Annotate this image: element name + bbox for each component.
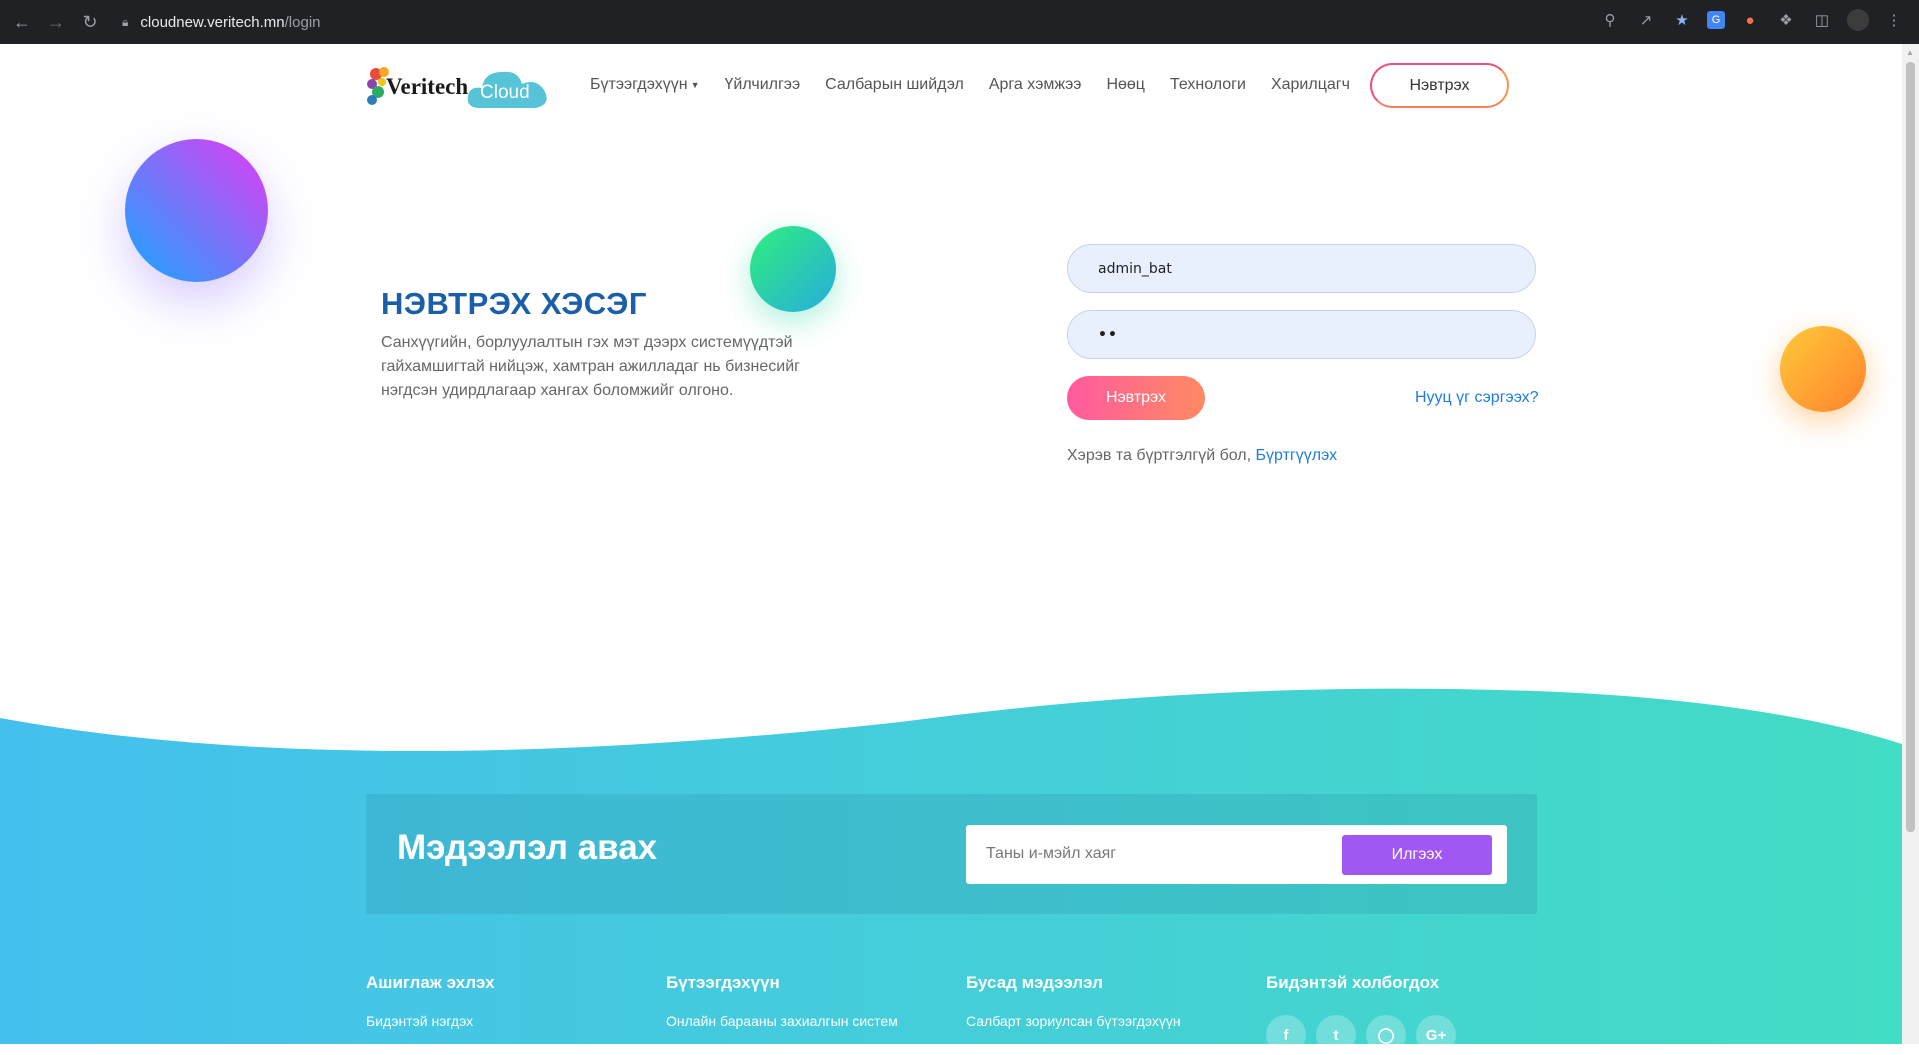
decorative-green-circle — [750, 226, 836, 312]
scroll-up-icon[interactable]: ▲ — [1906, 48, 1914, 57]
twitter-icon[interactable]: t — [1316, 1015, 1356, 1055]
footer-heading: Ашиглаж эхлэх — [366, 973, 495, 992]
footer-heading: Бусад мэдээлэл — [966, 973, 1103, 992]
nav-item-solutions[interactable]: Салбарын шийдэл — [825, 76, 964, 94]
social-links: f t ◯ G+ — [1266, 1015, 1456, 1055]
header-login-button[interactable]: Нэвтрэх — [1370, 63, 1509, 108]
footer-link[interactable]: Салбарт зориулсан бүтээгдэхүүн — [966, 1013, 1181, 1029]
nav-item-customers[interactable]: Харилцагч — [1271, 76, 1350, 94]
menu-icon[interactable]: ⋮ — [1883, 9, 1905, 31]
nav-item-technology[interactable]: Технологи — [1170, 76, 1246, 94]
address-bar[interactable]: 🔒︎ cloudnew.veritech.mn/login — [110, 6, 1610, 38]
profile-avatar[interactable] — [1847, 9, 1869, 31]
nav-item-products[interactable]: Бүтээгдэхүүн ▼ — [590, 76, 700, 94]
facebook-icon[interactable]: f — [1266, 1015, 1306, 1055]
newsletter-section: Мэдээлэл авах Таны и-мэйл хаяг Илгээх — [366, 794, 1537, 914]
register-link[interactable]: Бүртгүүлэх — [1256, 447, 1338, 464]
nav-item-services[interactable]: Үйлчилгээ — [725, 76, 801, 94]
key-icon[interactable]: ⚲ — [1599, 9, 1621, 31]
password-field[interactable]: •• — [1067, 310, 1536, 359]
page-scrollbar[interactable]: ▲ — [1902, 44, 1919, 1044]
footer-column-info: Бусад мэдээлэл Салбарт зориулсан бүтээгд… — [966, 973, 1181, 1029]
logo-cloud-text: Cloud — [480, 82, 530, 103]
register-prefix: Хэрэв та бүртгэлгүй бол, — [1067, 447, 1252, 464]
footer-column-start: Ашиглаж эхлэх Бидэнтэй нэгдэх — [366, 973, 495, 1029]
nav-item-resources[interactable]: Нөөц — [1106, 76, 1145, 94]
browser-toolbar: ← → ↻ 🔒︎ cloudnew.veritech.mn/login ⚲ ↗ … — [0, 0, 1919, 44]
lock-icon[interactable]: 🔒︎ — [122, 15, 128, 30]
instagram-icon[interactable]: ◯ — [1366, 1015, 1406, 1055]
url-path: /login — [284, 13, 321, 31]
register-prompt: Хэрэв та бүртгэлгүй бол, Бүртгүүлэх — [1067, 447, 1337, 465]
footer-column-products: Бүтээгдэхүүн Онлайн барааны захиалгын си… — [666, 973, 898, 1029]
reload-icon[interactable]: ↻ — [78, 10, 102, 34]
hero-description: Санхүүгийн, борлуулалтын гэх мэт дээрх с… — [381, 334, 800, 399]
footer-heading: Бүтээгдэхүүн — [666, 973, 780, 992]
puzzle-icon[interactable]: ❖ — [1775, 9, 1797, 31]
footer-link[interactable]: Онлайн барааны захиалгын систем — [666, 1013, 898, 1029]
username-field[interactable]: admin_bat — [1067, 244, 1536, 293]
page-title: НЭВТРЭХ ХЭСЭГ — [381, 286, 647, 321]
decorative-orange-circle — [1780, 326, 1866, 412]
nav-item-label: Бүтээгдэхүүн — [590, 76, 688, 93]
newsletter-email-input[interactable]: Таны и-мэйл хаяг — [986, 845, 1116, 863]
browser-actions: ⚲ ↗ ★ G ● ❖ ◫ ⋮ — [1599, 9, 1905, 31]
newsletter-form: Таны и-мэйл хаяг Илгээх — [966, 825, 1507, 884]
share-icon[interactable]: ↗ — [1635, 9, 1657, 31]
footer-heading: Бидэнтэй холбогдох — [1266, 973, 1440, 992]
extension-icon[interactable]: ● — [1739, 9, 1761, 31]
nav-item-events[interactable]: Арга хэмжээ — [989, 76, 1082, 94]
footer-link[interactable]: Бидэнтэй нэгдэх — [366, 1013, 495, 1029]
forward-icon[interactable]: → — [44, 10, 68, 34]
newsletter-send-button[interactable]: Илгээх — [1342, 835, 1492, 875]
newsletter-title: Мэдээлэл авах — [397, 828, 658, 867]
bookmark-star-icon[interactable]: ★ — [1671, 9, 1693, 31]
scrollbar-thumb[interactable] — [1906, 62, 1915, 832]
main-nav: Бүтээгдэхүүн ▼ Үйлчилгээ Салбарын шийдэл … — [590, 76, 1375, 94]
decorative-purple-circle — [125, 139, 268, 282]
footer-column-contact: Бидэнтэй холбогдох f t ◯ G+ — [1266, 973, 1456, 1055]
logo-brand: Veritech — [386, 74, 469, 99]
caret-down-icon: ▼ — [690, 79, 700, 90]
side-panel-icon[interactable]: ◫ — [1811, 9, 1833, 31]
url-host: cloudnew.veritech.mn — [140, 13, 285, 31]
translate-icon[interactable]: G — [1707, 11, 1725, 29]
forgot-password-link[interactable]: Нууц үг сэргээх? — [1415, 389, 1539, 407]
site-logo[interactable]: Veritech Cloud — [366, 62, 550, 110]
login-submit-button[interactable]: Нэвтрэх — [1067, 376, 1205, 420]
google-plus-icon[interactable]: G+ — [1416, 1015, 1456, 1055]
back-icon[interactable]: ← — [10, 10, 34, 34]
